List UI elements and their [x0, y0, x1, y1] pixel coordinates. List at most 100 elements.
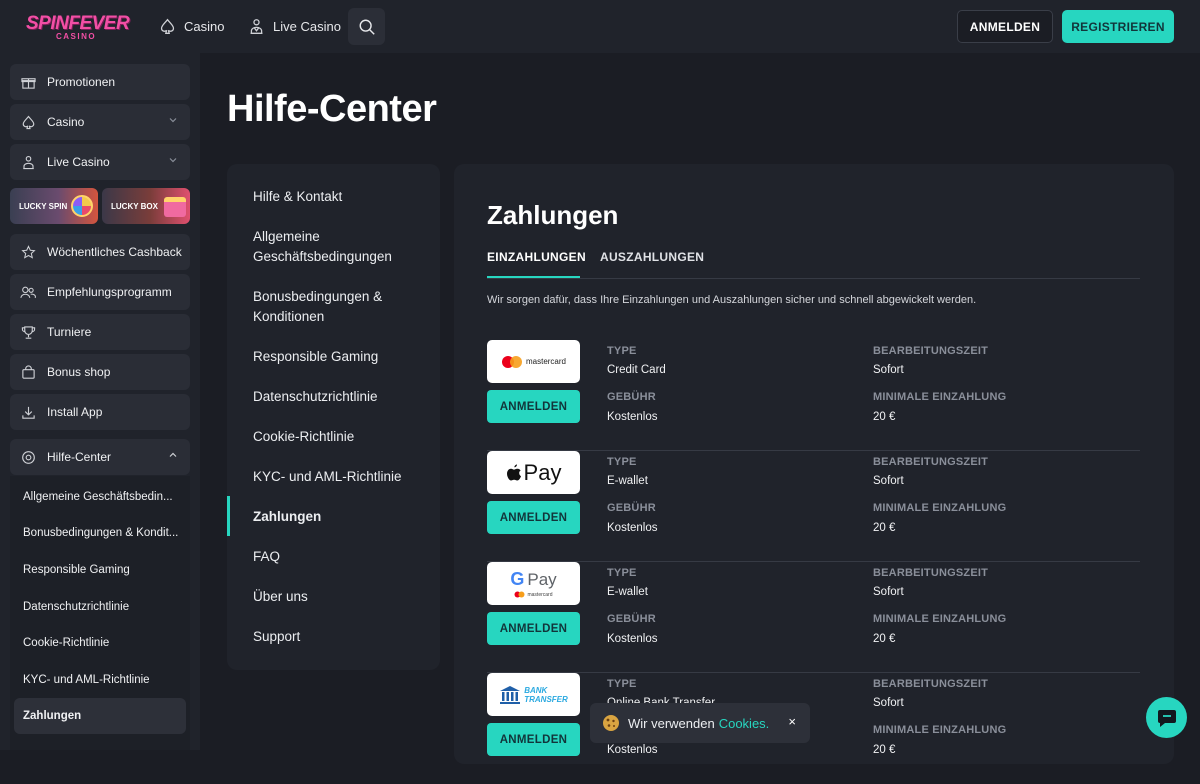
- fee-label: GEBÜHR: [607, 502, 656, 514]
- payment-row: mastercard ANMELDEN TYPE Credit Card GEB…: [487, 340, 1140, 451]
- spade-icon: [20, 114, 36, 130]
- submenu-item-active[interactable]: Zahlungen: [14, 698, 186, 734]
- anmelden-button[interactable]: ANMELDEN: [487, 390, 580, 423]
- sidebar-item-hilfe-center[interactable]: Hilfe-Center: [10, 439, 190, 475]
- chevron-up-icon: [169, 452, 177, 457]
- cookie-icon: [603, 715, 619, 731]
- nav-casino[interactable]: Casino: [159, 0, 224, 53]
- fee-value: Kostenlos: [607, 744, 658, 756]
- help-nav-item[interactable]: Support: [253, 627, 300, 647]
- cookie-banner: Wir verwenden Cookies. ×: [590, 703, 810, 743]
- tab-auszahlungen[interactable]: AUSZAHLUNGEN: [600, 250, 704, 264]
- logo-subtext: CASINO: [56, 32, 97, 41]
- search-button[interactable]: [348, 8, 385, 45]
- sidebar-item-bonus-shop[interactable]: Bonus shop: [10, 354, 190, 390]
- google-pay-logo: G Pay mastercard: [487, 562, 580, 605]
- cookie-link[interactable]: Cookies.: [719, 716, 770, 731]
- anmelden-button[interactable]: ANMELDEN: [487, 723, 580, 756]
- active-indicator: [227, 496, 230, 536]
- time-value: Sofort: [873, 475, 904, 487]
- search-icon: [359, 19, 375, 35]
- fee-value: Kostenlos: [607, 522, 658, 534]
- submenu-item[interactable]: Allgemeine Geschäftsbedin...: [14, 479, 186, 515]
- help-nav-item[interactable]: KYC- und AML-Richtlinie: [253, 467, 402, 487]
- tab-divider: [487, 278, 1140, 279]
- time-label: BEARBEITUNGSZEIT: [873, 678, 989, 690]
- users-icon: [20, 284, 36, 300]
- bank-transfer-logo: BANK TRANSFER: [487, 673, 580, 716]
- logo[interactable]: SPINFEVER CASINO: [26, 14, 130, 42]
- transfer-text: TRANSFER: [524, 694, 568, 704]
- dealer-icon: [250, 19, 263, 34]
- sidebar-item-label: Wöchentliches Cashback: [47, 245, 182, 259]
- help-nav-item[interactable]: Allgemeine Geschäftsbedingungen: [253, 227, 392, 267]
- sidebar-item-label: Empfehlungsprogramm: [47, 285, 172, 299]
- min-label: MINIMALE EINZAHLUNG: [873, 724, 1007, 736]
- type-label: TYPE: [607, 678, 637, 690]
- sidebar-item-live-casino[interactable]: Live Casino: [10, 144, 190, 180]
- mastercard-text: mastercard: [525, 357, 566, 366]
- mastercard-text: mastercard: [527, 591, 553, 598]
- type-label: TYPE: [607, 456, 637, 468]
- sidebar-item-cashback[interactable]: Wöchentliches Cashback: [10, 234, 190, 270]
- promo-label: LUCKY BOX: [111, 201, 158, 211]
- anmelden-button[interactable]: ANMELDEN: [487, 501, 580, 534]
- help-nav-item[interactable]: Über uns: [253, 587, 308, 607]
- scrollbar[interactable]: [1190, 53, 1200, 750]
- bank-text: BANK: [524, 685, 548, 695]
- sidebar-item-casino[interactable]: Casino: [10, 104, 190, 140]
- chat-button[interactable]: [1146, 697, 1187, 738]
- min-label: MINIMALE EINZAHLUNG: [873, 502, 1007, 514]
- time-value: Sofort: [873, 586, 904, 598]
- nav-casino-label: Casino: [184, 19, 225, 34]
- help-nav-item[interactable]: Bonusbedingungen & Konditionen: [253, 287, 382, 327]
- submenu-item[interactable]: Bonusbedingungen & Kondit...: [14, 515, 186, 551]
- chevron-down-icon: [169, 158, 177, 163]
- register-button[interactable]: REGISTRIEREN: [1062, 10, 1174, 43]
- help-nav-item[interactable]: Hilfe & Kontakt: [253, 187, 342, 207]
- promo-label: LUCKY SPIN: [19, 201, 68, 211]
- google-pay-text: Pay: [527, 569, 557, 589]
- cookie-text: Wir verwenden: [628, 715, 715, 731]
- promo-lucky-spin[interactable]: LUCKY SPIN: [10, 188, 98, 224]
- tab-einzahlungen[interactable]: EINZAHLUNGEN: [487, 250, 586, 264]
- tab-active-underline: [487, 276, 580, 278]
- sidebar-item-label: Install App: [47, 405, 103, 419]
- time-label: BEARBEITUNGSZEIT: [873, 345, 989, 357]
- google-g-icon: G: [510, 569, 525, 589]
- help-nav-item-active[interactable]: Zahlungen: [253, 507, 321, 527]
- time-value: Sofort: [873, 697, 904, 709]
- apple-icon: [506, 464, 521, 481]
- logo-text: SPINFEVER: [26, 13, 130, 34]
- top-bar: SPINFEVER CASINO Casino Live Casino ANME…: [0, 0, 1200, 53]
- fee-label: GEBÜHR: [607, 391, 656, 403]
- close-icon[interactable]: ×: [788, 714, 796, 729]
- nav-live-casino[interactable]: Live Casino: [248, 0, 341, 53]
- login-button[interactable]: ANMELDEN: [957, 10, 1053, 43]
- submenu-item[interactable]: KYC- und AML-Richtlinie: [14, 662, 186, 698]
- help-nav-item[interactable]: Datenschutzrichtlinie: [253, 387, 378, 407]
- anmelden-button[interactable]: ANMELDEN: [487, 612, 580, 645]
- payments-description: Wir sorgen dafür, dass Ihre Einzahlungen…: [487, 294, 977, 306]
- sidebar-item-turniere[interactable]: Turniere: [10, 314, 190, 350]
- star-icon: [20, 244, 36, 260]
- trophy-icon: [20, 324, 36, 340]
- spade-icon: [160, 18, 175, 34]
- sidebar-item-install-app[interactable]: Install App: [10, 394, 190, 430]
- sidebar-item-label: Live Casino: [47, 155, 110, 169]
- help-nav-item[interactable]: Cookie-Richtlinie: [253, 427, 354, 447]
- min-value: 20 €: [873, 744, 896, 756]
- min-label: MINIMALE EINZAHLUNG: [873, 613, 1007, 625]
- submenu-item[interactable]: Cookie-Richtlinie: [14, 625, 186, 661]
- sidebar-item-empfehlungsprogramm[interactable]: Empfehlungsprogramm: [10, 274, 190, 310]
- submenu-item[interactable]: Responsible Gaming: [14, 552, 186, 588]
- promo-lucky-box[interactable]: LUCKY BOX: [102, 188, 190, 224]
- submenu-item[interactable]: Datenschutzrichtlinie: [14, 589, 186, 625]
- payment-row: Pay ANMELDEN TYPE E-wallet GEBÜHR Kosten…: [487, 451, 1140, 562]
- sidebar-item-promotionen[interactable]: Promotionen: [10, 64, 190, 100]
- help-nav-item[interactable]: FAQ: [253, 547, 280, 567]
- payment-row: BANK TRANSFER ANMELDEN TYPE Online Bank …: [487, 673, 1140, 784]
- help-nav-item[interactable]: Responsible Gaming: [253, 347, 378, 367]
- type-label: TYPE: [607, 345, 637, 357]
- mastercard-logo: mastercard: [487, 340, 580, 383]
